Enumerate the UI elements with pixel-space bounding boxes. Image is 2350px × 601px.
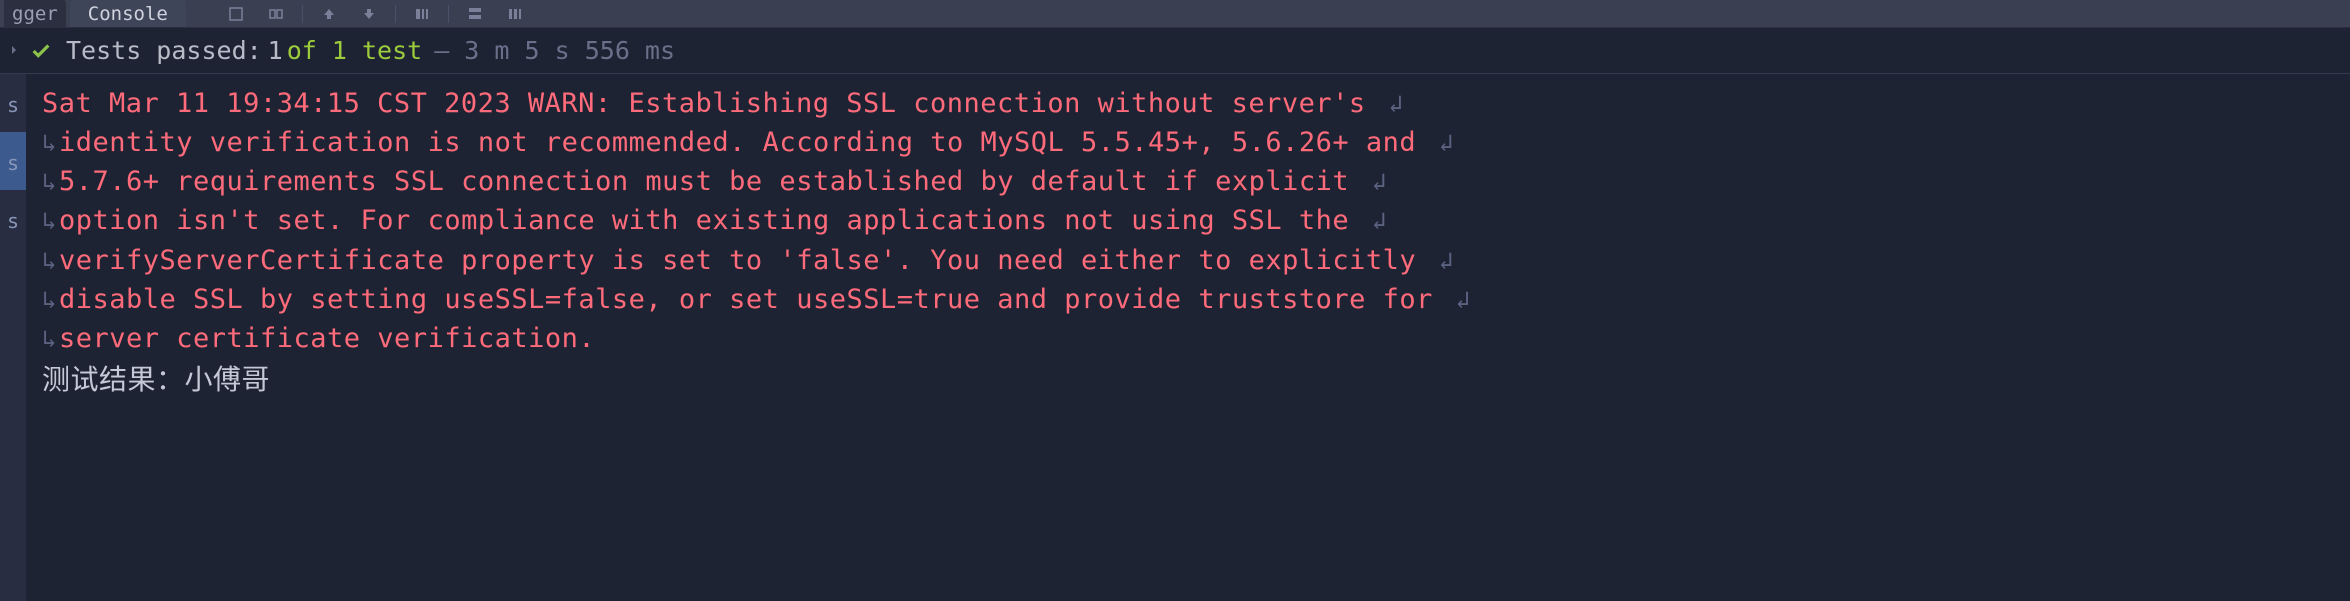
- wrap-end-icon: ↲: [1439, 244, 1454, 279]
- console-output[interactable]: Sat Mar 11 19:34:15 CST 2023 WARN: Estab…: [26, 74, 2350, 601]
- log-line: Sat Mar 11 19:34:15 CST 2023 WARN: Estab…: [42, 84, 2334, 123]
- wrap-start-icon: ↳: [42, 204, 57, 239]
- log-text: 5.7.6+ requirements SSL connection must …: [59, 162, 1366, 201]
- test-status-bar: Tests passed: 1 of 1 test – 3 m 5 s 556 …: [0, 28, 2350, 74]
- wrap-start-icon: ↳: [42, 126, 57, 161]
- down-arrow-icon[interactable]: [349, 0, 389, 27]
- check-icon: [30, 40, 52, 62]
- left-gutter: s s s: [0, 74, 26, 601]
- status-prefix: Tests passed:: [66, 36, 262, 65]
- toolbar: gger Console: [0, 0, 2350, 28]
- toolbar-separator-1: [302, 5, 303, 23]
- toolbar-icon-5[interactable]: [402, 0, 442, 27]
- wrap-end-icon: ↲: [1456, 283, 1471, 318]
- log-line: ↳ verifyServerCertificate property is se…: [42, 241, 2334, 280]
- log-text: option isn't set. For compliance with ex…: [59, 201, 1366, 240]
- log-line: ↳ option isn't set. For compliance with …: [42, 201, 2334, 240]
- wrap-start-icon: ↳: [42, 165, 57, 200]
- gutter-item[interactable]: s: [0, 132, 26, 190]
- toolbar-icon-2[interactable]: [256, 0, 296, 27]
- console-tab[interactable]: Console: [70, 0, 186, 27]
- log-text: Sat Mar 11 19:34:15 CST 2023 WARN: Estab…: [42, 84, 1382, 123]
- wrap-end-icon: ↲: [1372, 165, 1387, 200]
- wrap-start-icon: ↳: [42, 283, 57, 318]
- toolbar-separator-3: [448, 5, 449, 23]
- log-line: ↳ 5.7.6+ requirements SSL connection mus…: [42, 162, 2334, 201]
- log-text: verifyServerCertificate property is set …: [59, 241, 1433, 280]
- log-text: disable SSL by setting useSSL=false, or …: [59, 280, 1450, 319]
- log-line: ↳ identity verification is not recommend…: [42, 123, 2334, 162]
- gutter-item[interactable]: s: [0, 74, 26, 132]
- up-arrow-icon[interactable]: [309, 0, 349, 27]
- content-area: s s s Sat Mar 11 19:34:15 CST 2023 WARN:…: [0, 74, 2350, 601]
- gutter-item[interactable]: s: [0, 190, 26, 248]
- toolbar-icon-6[interactable]: [455, 0, 495, 27]
- toolbar-icon-1[interactable]: [216, 0, 256, 27]
- chevron-right-icon[interactable]: [8, 40, 20, 61]
- tab-fragment[interactable]: gger: [4, 0, 66, 27]
- wrap-end-icon: ↲: [1372, 204, 1387, 239]
- log-line: ↳ disable SSL by setting useSSL=false, o…: [42, 280, 2334, 319]
- log-text: identity verification is not recommended…: [59, 123, 1433, 162]
- toolbar-separator-2: [395, 5, 396, 23]
- of-test-text: of 1 test: [287, 36, 422, 65]
- passed-count: 1: [268, 36, 283, 65]
- wrap-end-icon: ↲: [1388, 87, 1403, 122]
- wrap-end-icon: ↲: [1439, 126, 1454, 161]
- wrap-start-icon: ↳: [42, 244, 57, 279]
- wrap-start-icon: ↳: [42, 322, 57, 357]
- log-text: server certificate verification.: [59, 319, 595, 358]
- duration-text: – 3 m 5 s 556 ms: [434, 36, 675, 65]
- result-line: 测试结果：小傅哥: [42, 360, 2334, 401]
- log-line: ↳ server certificate verification.: [42, 319, 2334, 358]
- toolbar-icons: [216, 0, 535, 27]
- toolbar-icon-7[interactable]: [495, 0, 535, 27]
